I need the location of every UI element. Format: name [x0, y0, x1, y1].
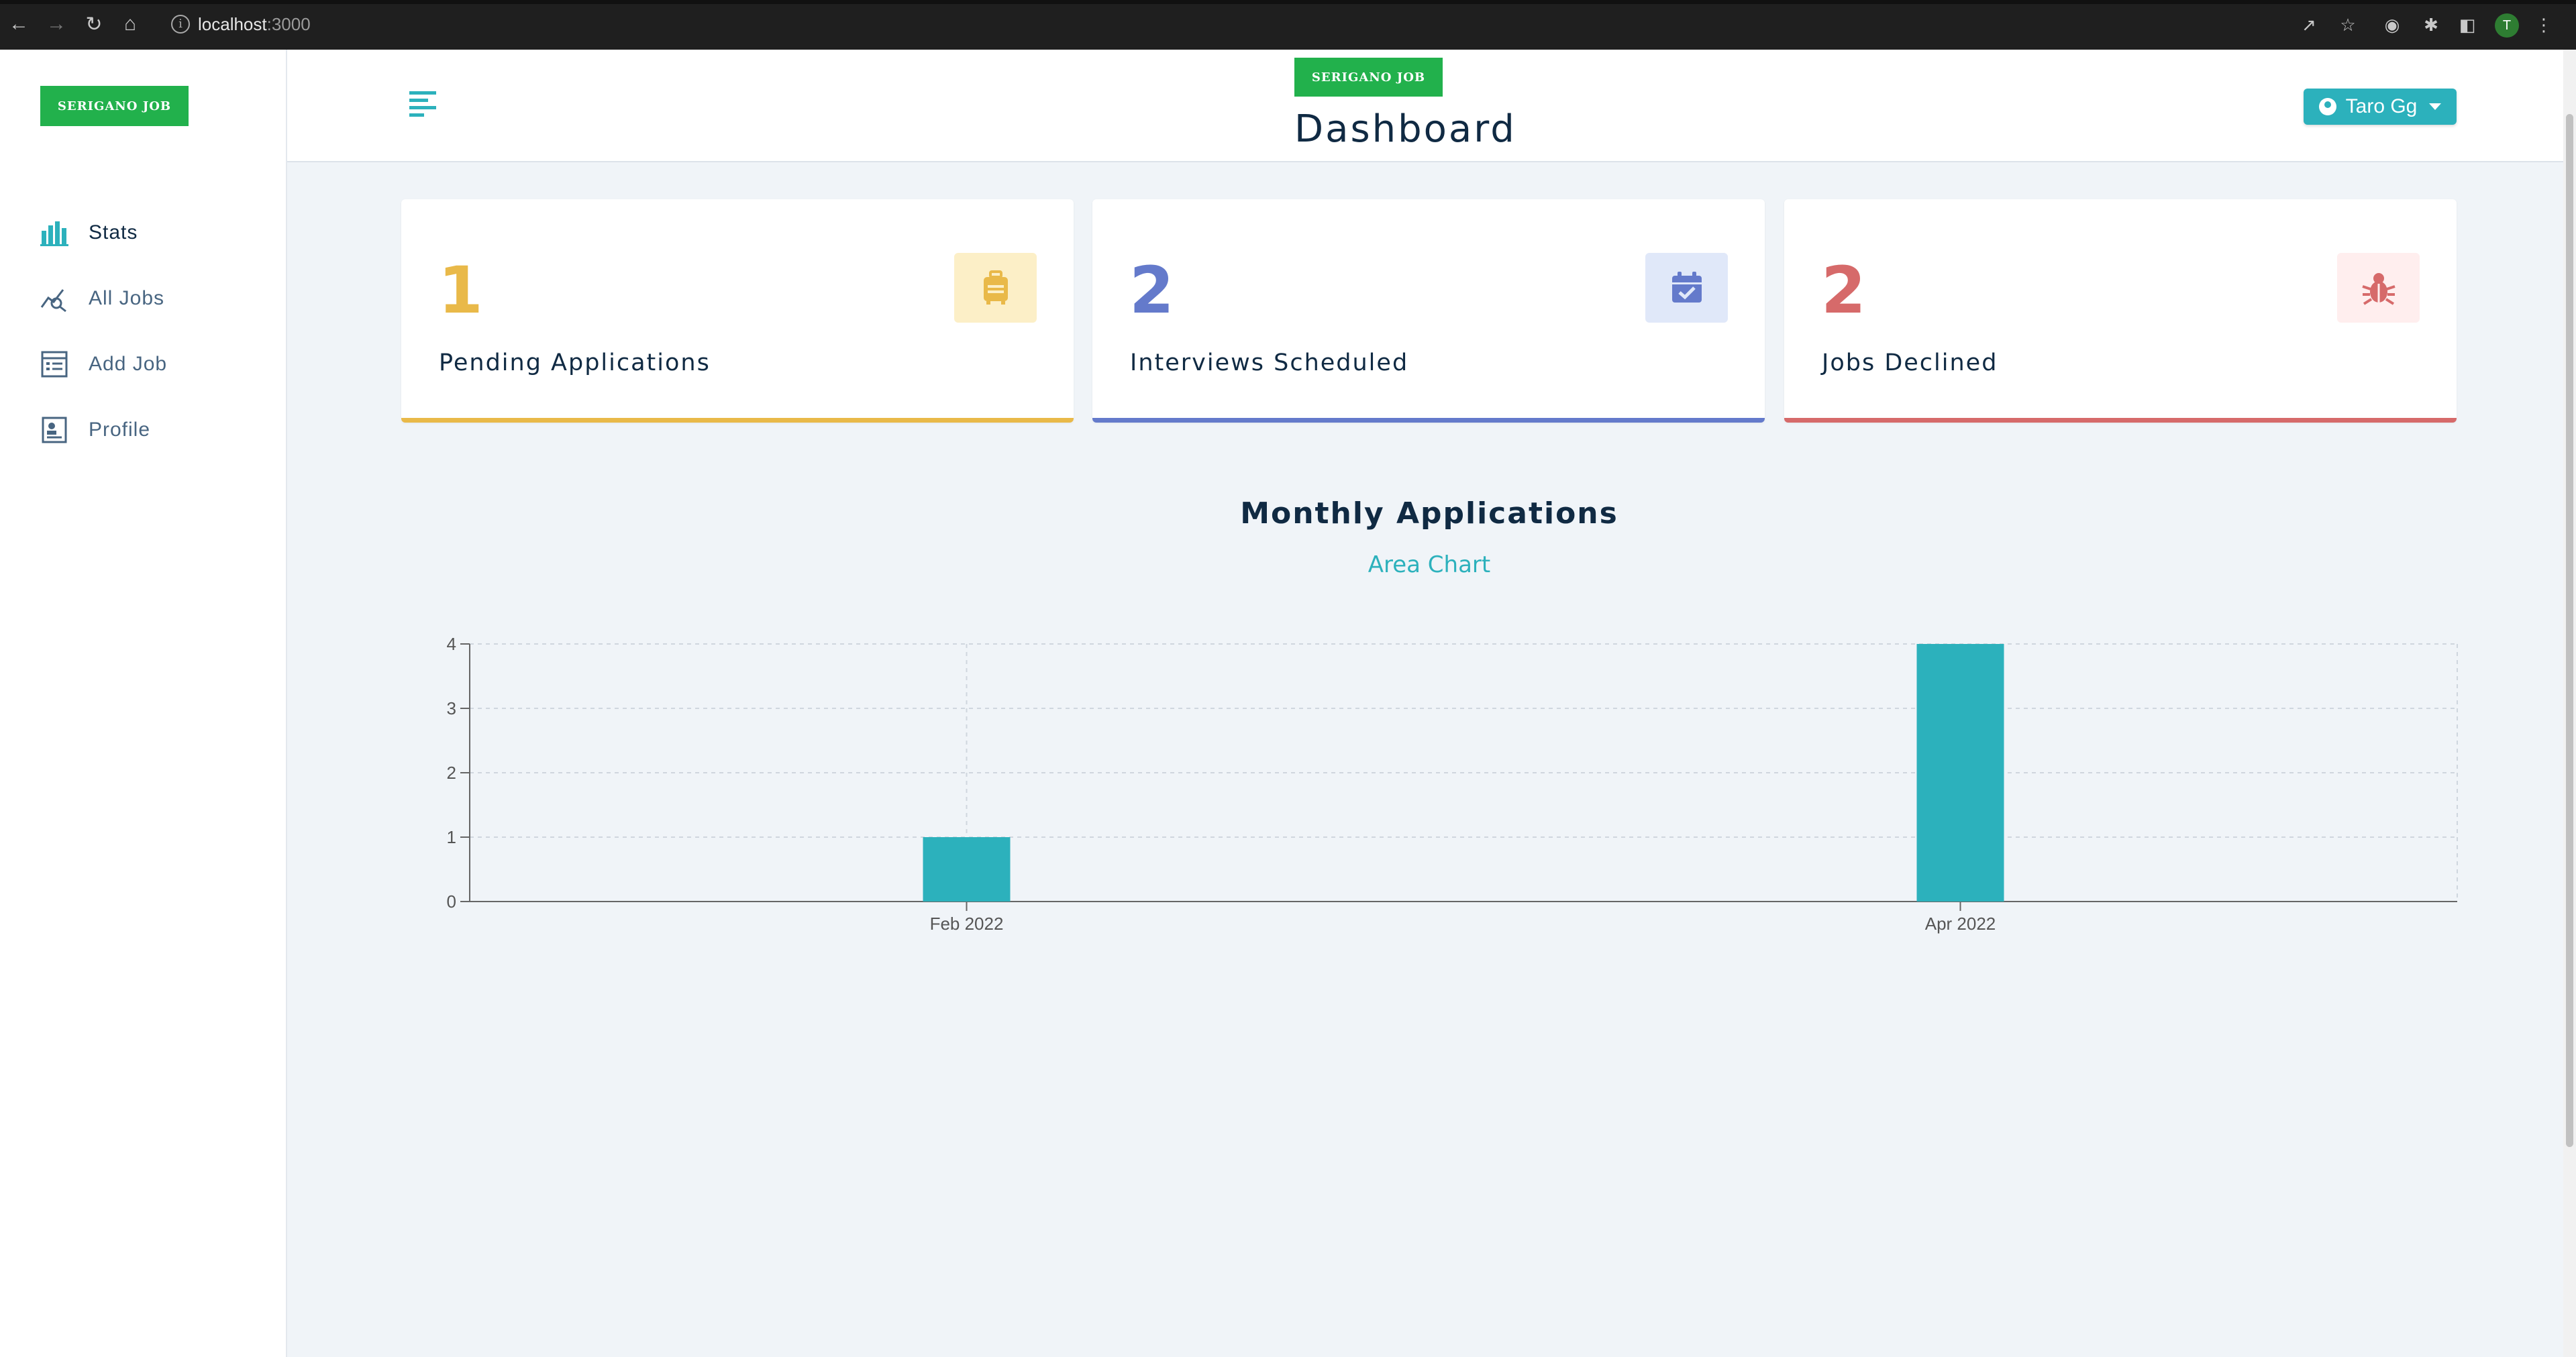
- stat-title: Pending Applications: [439, 349, 711, 376]
- site-info-icon[interactable]: i: [171, 15, 190, 34]
- stat-card-interviews: 2 Interviews Scheduled: [1092, 199, 1765, 423]
- calendar-check-icon: [1671, 272, 1702, 303]
- stat-count: 2: [1821, 253, 1866, 328]
- stat-count: 2: [1129, 253, 1174, 328]
- browser-menu-icon[interactable]: ⋮: [2532, 13, 2555, 36]
- forward-icon[interactable]: →: [42, 9, 71, 39]
- chart-title: Monthly Applications: [1240, 496, 1618, 531]
- stat-icon-box: [2337, 253, 2420, 323]
- y-tick-label: 0: [447, 891, 456, 912]
- caret-down-icon: [2429, 103, 2442, 110]
- sidebar-item-label: Profile: [89, 419, 151, 441]
- chart-bar: [923, 837, 1011, 902]
- back-icon[interactable]: ←: [4, 9, 34, 39]
- stat-card-pending: 1 Pending Applications: [401, 199, 1074, 423]
- form-icon: [41, 351, 68, 378]
- page-title: Dashboard: [1294, 107, 1516, 151]
- sidebar: SERIGANO JOB Stats All Jobs Add Job Prof…: [0, 50, 287, 1357]
- user-menu-button[interactable]: Taro Gg: [2304, 89, 2457, 125]
- navbar-logo[interactable]: SERIGANO JOB: [1294, 58, 1443, 97]
- y-tick-label: 1: [447, 827, 456, 847]
- stat-count: 1: [438, 253, 483, 328]
- bug-icon: [2361, 273, 2395, 305]
- sidebar-item-label: All Jobs: [89, 287, 165, 309]
- query-stats-icon: [40, 289, 66, 313]
- page-scrollbar[interactable]: [2563, 50, 2576, 1357]
- share-icon[interactable]: ↗: [2298, 13, 2320, 36]
- url-host: localhost: [198, 14, 267, 34]
- chart-bar: [1916, 644, 2004, 902]
- extension-icon[interactable]: ◉: [2381, 13, 2404, 36]
- sidebar-logo[interactable]: SERIGANO JOB: [40, 86, 189, 126]
- suitcase-icon: [983, 270, 1008, 305]
- stat-icon-box: [954, 253, 1037, 323]
- bookmark-star-icon[interactable]: ☆: [2336, 13, 2359, 36]
- sidebar-item-all-jobs[interactable]: All Jobs: [40, 282, 164, 315]
- profile-icon: [42, 417, 67, 443]
- address-bar[interactable]: localhost:3000: [198, 15, 311, 34]
- sidebar-toggle-button[interactable]: [408, 90, 440, 119]
- sidebar-item-label: Add Job: [89, 353, 168, 375]
- stat-title: Jobs Declined: [1822, 349, 1998, 376]
- x-tick-label: Apr 2022: [1925, 914, 1996, 934]
- menu-icon: [409, 91, 436, 117]
- user-circle-icon: [2318, 98, 2336, 115]
- user-name: Taro Gg: [2345, 95, 2418, 117]
- tab-strip: [0, 0, 2576, 4]
- sidebar-item-stats[interactable]: Stats: [40, 216, 138, 250]
- stat-icon-box: [1645, 253, 1728, 323]
- browser-profile-avatar[interactable]: T: [2495, 13, 2519, 38]
- x-tick-label: Feb 2022: [930, 914, 1004, 934]
- stat-title: Interviews Scheduled: [1130, 349, 1409, 376]
- url-port: :3000: [266, 14, 311, 34]
- y-tick-label: 2: [447, 763, 456, 783]
- y-tick-label: 3: [447, 698, 456, 718]
- top-navbar: SERIGANO JOB Dashboard Taro Gg: [287, 50, 2576, 162]
- puzzle-icon[interactable]: ✱: [2420, 13, 2442, 36]
- monthly-applications-chart: 0 1 2 3 4 Feb 2022 Apr 2022: [447, 634, 2458, 934]
- sidebar-item-profile[interactable]: Profile: [40, 413, 150, 447]
- browser-toolbar: ← → ↻ ⌂ i localhost:3000 ↗ ☆ ◉ ✱ ◧ T ⋮: [0, 0, 2576, 50]
- y-tick-label: 4: [447, 634, 456, 654]
- side-panel-icon[interactable]: ◧: [2456, 13, 2479, 36]
- sidebar-item-add-job[interactable]: Add Job: [40, 347, 167, 381]
- bar-chart-icon: [40, 221, 68, 246]
- chart-type-toggle-button[interactable]: Area Chart: [1295, 551, 1563, 578]
- reload-icon[interactable]: ↻: [79, 9, 109, 39]
- stat-card-declined: 2 Jobs Declined: [1784, 199, 2457, 423]
- scrollbar-thumb[interactable]: [2566, 114, 2573, 1147]
- sidebar-item-label: Stats: [89, 221, 138, 243]
- home-icon[interactable]: ⌂: [115, 9, 145, 39]
